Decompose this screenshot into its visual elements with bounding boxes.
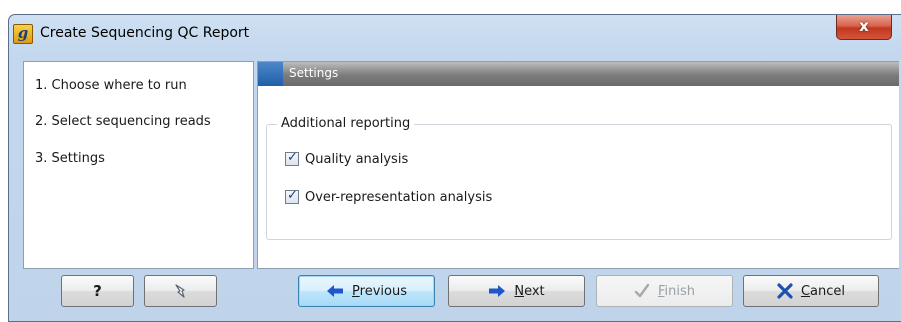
help-button[interactable]: ? bbox=[61, 275, 134, 307]
over-representation-analysis-label: Over-representation analysis bbox=[305, 189, 493, 205]
step-select-sequencing-reads: 2. Select sequencing reads bbox=[35, 114, 211, 129]
help-label: ? bbox=[93, 282, 102, 300]
checkmark-icon: ✓ bbox=[287, 150, 298, 165]
title-bar: g Create Sequencing QC Report x bbox=[9, 15, 901, 55]
cancel-button[interactable]: Cancel bbox=[743, 275, 879, 307]
previous-label: Previous bbox=[352, 283, 407, 299]
reset-button[interactable] bbox=[144, 275, 217, 307]
cancel-label: Cancel bbox=[800, 283, 846, 299]
reset-arrow-icon bbox=[174, 284, 185, 298]
wizard-steps-panel: 1. Choose where to run 2. Select sequenc… bbox=[23, 61, 254, 269]
app-icon: g bbox=[13, 24, 33, 44]
additional-reporting-group bbox=[266, 124, 892, 240]
finish-button[interactable]: Finish bbox=[596, 275, 733, 307]
window-title: Create Sequencing QC Report bbox=[40, 25, 250, 41]
close-button[interactable]: x bbox=[836, 15, 892, 40]
settings-header-bar: Settings bbox=[258, 62, 899, 86]
quality-analysis-label: Quality analysis bbox=[305, 151, 409, 167]
over-representation-analysis-option[interactable]: ✓ Over-representation analysis bbox=[285, 188, 492, 206]
checkmark-icon: ✓ bbox=[287, 188, 298, 203]
additional-reporting-label: Additional reporting bbox=[277, 116, 415, 131]
over-representation-analysis-checkbox[interactable]: ✓ bbox=[285, 188, 299, 204]
settings-header-marker bbox=[258, 62, 283, 86]
finish-label: Finish bbox=[657, 283, 696, 299]
x-mark-icon bbox=[777, 283, 793, 299]
left-arrow-icon bbox=[327, 285, 344, 297]
next-label: Next bbox=[514, 283, 545, 299]
next-button[interactable]: Next bbox=[448, 275, 585, 307]
step-settings: 3. Settings bbox=[35, 151, 105, 166]
settings-header-title: Settings bbox=[289, 66, 339, 80]
quality-analysis-option[interactable]: ✓ Quality analysis bbox=[285, 150, 408, 168]
previous-button[interactable]: Previous bbox=[298, 275, 435, 307]
step-choose-where-to-run: 1. Choose where to run bbox=[35, 78, 187, 93]
right-arrow-icon bbox=[489, 285, 506, 297]
checkmark-icon bbox=[634, 283, 650, 298]
quality-analysis-checkbox[interactable]: ✓ bbox=[285, 150, 299, 166]
